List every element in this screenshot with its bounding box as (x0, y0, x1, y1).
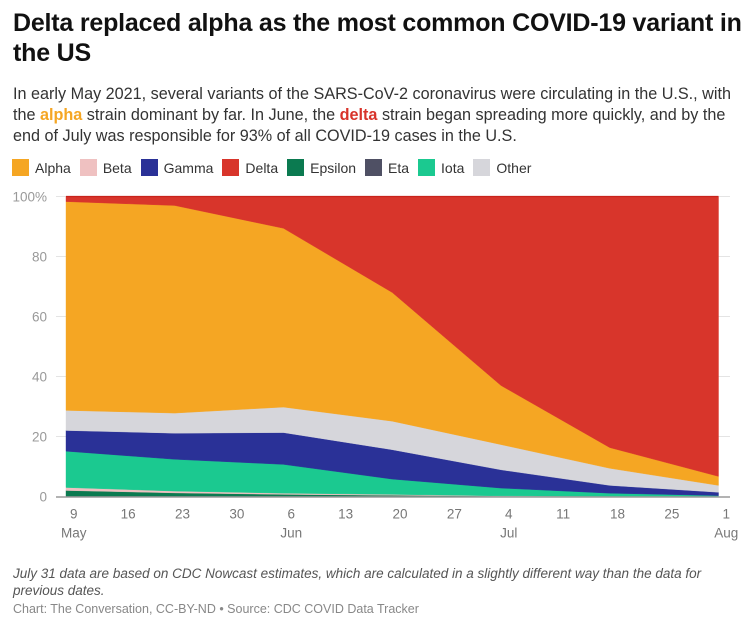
y-tick-label: 20 (32, 430, 47, 445)
area-series (65, 195, 719, 497)
legend-item-epsilon: Epsilon (287, 159, 356, 176)
legend-swatch-other (473, 159, 491, 176)
legend-item-delta: Delta (222, 159, 278, 176)
y-tick-label: 80 (32, 250, 47, 265)
legend-swatch-gamma (140, 159, 158, 176)
x-tick-label: 9 (70, 507, 78, 522)
y-tick-label: 100% (12, 190, 47, 205)
x-tick-label: 16 (121, 507, 136, 522)
legend-label-delta: Delta (245, 159, 279, 176)
chart-legend: Alpha Beta Gamma Delta Epsilon Eta Iota Other (12, 159, 540, 176)
x-tick-label: 20 (393, 507, 408, 522)
legend-label-iota: Iota (441, 159, 465, 176)
legend-label-alpha: Alpha (35, 159, 71, 176)
x-tick-label: 25 (664, 507, 679, 522)
legend-label-epsilon: Epsilon (310, 159, 357, 176)
x-tick-label: 30 (229, 507, 244, 522)
legend-item-eta: Eta (365, 159, 409, 176)
legend-label-eta: Eta (388, 159, 410, 176)
y-tick-label: 60 (32, 310, 47, 325)
y-tick-label: 0 (39, 490, 47, 505)
x-tick-month-label: Aug (714, 526, 738, 541)
legend-item-gamma: Gamma (140, 159, 214, 176)
chart-subtitle: In early May 2021, several variants of t… (13, 84, 748, 147)
stacked-area-chart: 020406080100%9May16 23 30 6Jun13 20 27 4Jul11 1… (12, 190, 738, 541)
x-tick-label: 1 (723, 507, 731, 522)
legend-label-other: Other (496, 159, 532, 176)
x-tick-label: 27 (447, 507, 462, 522)
x-tick-label: 13 (338, 507, 353, 522)
legend-swatch-delta (222, 159, 240, 176)
legend-label-beta: Beta (102, 159, 132, 176)
x-tick-label: 11 (556, 507, 570, 522)
subtitle-text-2: strain dominant by far. In June, the (82, 106, 340, 124)
x-tick-label: 4 (505, 507, 513, 522)
legend-swatch-eta (365, 159, 383, 176)
legend-item-other: Other (473, 159, 531, 176)
x-tick-label: 18 (610, 507, 625, 522)
x-tick-month-label: May (61, 526, 87, 541)
legend-swatch-epsilon (287, 159, 305, 176)
chart-note: July 31 data are based on CDC Nowcast es… (13, 566, 702, 598)
chart-title: Delta replaced alpha as the most common … (13, 9, 742, 67)
legend-item-beta: Beta (79, 159, 132, 176)
x-tick-month-label: Jul (500, 526, 517, 541)
x-tick-month-label: Jun (280, 526, 302, 541)
x-tick-label: 23 (175, 507, 190, 522)
legend-swatch-beta (79, 159, 97, 176)
subtitle-delta-highlight: delta (339, 106, 378, 124)
legend-swatch-iota (418, 159, 436, 176)
chart-source: Chart: The Conversation, CC-BY-ND • Sour… (13, 602, 419, 616)
x-tick-label: 6 (288, 507, 296, 522)
legend-item-iota: Iota (418, 159, 464, 176)
y-tick-label: 40 (32, 370, 47, 385)
legend-label-gamma: Gamma (163, 159, 214, 176)
legend-swatch-alpha (12, 159, 29, 176)
legend-item-alpha: Alpha (12, 159, 71, 176)
subtitle-alpha-highlight: alpha (40, 106, 83, 124)
